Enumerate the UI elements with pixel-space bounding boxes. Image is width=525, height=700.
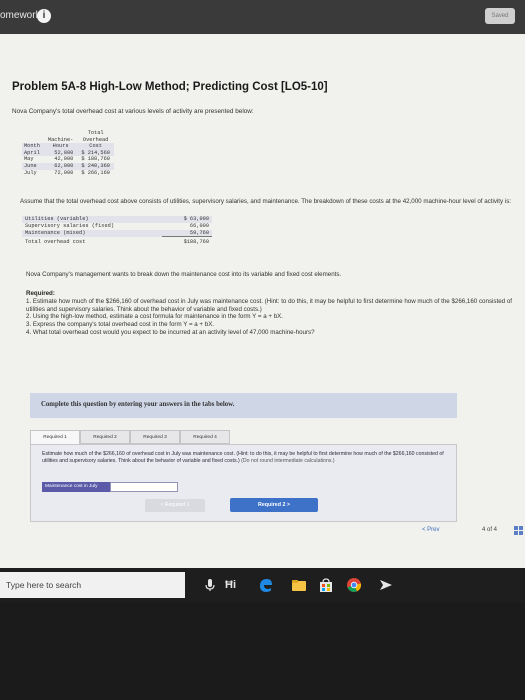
problem-title: Problem 5A-8 High-Low Method; Predicting… — [12, 81, 328, 93]
required-section: Required: 1. Estimate how much of the $2… — [26, 290, 516, 337]
store-icon[interactable] — [318, 577, 334, 593]
question-count: 4 of 4 — [482, 527, 498, 533]
answer-label: Maintenance cost in July — [42, 482, 110, 492]
header-cost-3: Cost — [89, 143, 102, 150]
microphone-icon[interactable] — [202, 577, 218, 593]
tab-required-3[interactable]: Required 3 — [130, 430, 180, 444]
table-row: May 42,000 $ 188,760 — [22, 156, 114, 163]
required-label: Required: — [26, 290, 55, 297]
required-item-4: 4. What total overhead cost would you ex… — [26, 328, 315, 336]
breakdown-value: $ 63,000 — [162, 216, 212, 223]
question-pager: < Prev 4 of 4 — [420, 526, 525, 538]
homework-page: omework i Saved Problem 5A-8 High-Low Me… — [0, 0, 525, 568]
tab-required-2[interactable]: Required 2 — [80, 430, 130, 444]
cost-cell: $ 266,160 — [81, 169, 110, 176]
maintenance-cost-input[interactable] — [110, 482, 178, 492]
hours-cell: 72,000 — [54, 169, 74, 176]
table-row: July 72,000 $ 266,160 — [22, 170, 114, 177]
month-cell: April — [24, 149, 40, 156]
taskbar-search[interactable]: Type here to search — [0, 572, 185, 598]
panel-instruction-note: (Do not round intermediate calculations.… — [241, 457, 335, 464]
required-item-3: 3. Express the company's total overhead … — [26, 321, 215, 329]
breakdown-label: Utilities (variable) — [22, 216, 162, 223]
month-cell: May — [24, 156, 34, 163]
header-month: Month — [24, 143, 40, 150]
next-required-button[interactable]: Required 2 > — [230, 498, 318, 512]
hours-cell: 62,000 — [54, 162, 74, 169]
table-row: Supervisory salaries (fixed) 66,000 — [22, 223, 212, 230]
breakdown-label: Maintenance (mixed) — [22, 229, 162, 237]
panel-instruction: Estimate how much of the $266,160 of ove… — [42, 451, 452, 464]
table-row: April 52,000 $ 214,560 — [22, 149, 114, 157]
total-label: Total overhead cost — [25, 239, 86, 246]
breakdown-label: Supervisory salaries (fixed) — [25, 222, 115, 229]
table-row-total: Total overhead cost $188,760 — [22, 236, 212, 247]
prev-required-button[interactable]: < Required 1 — [145, 499, 205, 512]
file-explorer-icon[interactable] — [291, 577, 307, 593]
tab-required-1[interactable]: Required 1 — [30, 430, 80, 444]
month-cell: June — [24, 162, 37, 169]
prev-question-link[interactable]: < Prev — [422, 527, 440, 533]
table-row: Utilities (variable) $ 63,000 — [22, 216, 212, 223]
edge-browser-icon[interactable] — [258, 577, 274, 593]
management-text: Nova Company's management wants to break… — [26, 271, 342, 278]
grid-icon[interactable] — [514, 526, 523, 535]
top-bar: omework i Saved — [0, 0, 525, 34]
required-item-1: 1. Estimate how much of the $266,160 of … — [26, 297, 512, 313]
hours-cell: 42,000 — [54, 156, 74, 163]
cost-breakdown-table: Utilities (variable) $ 63,000 Supervisor… — [22, 216, 212, 247]
chrome-icon[interactable] — [346, 577, 362, 593]
header-cost-1: Total — [87, 130, 104, 136]
instructions-banner-text: Complete this question by entering your … — [41, 401, 235, 408]
taskbar: Type here to search Ħi — [0, 568, 525, 602]
problem-intro: Nova Company's total overhead cost at va… — [12, 108, 254, 115]
info-icon[interactable]: i — [37, 9, 51, 23]
header-cost-2: Overhead — [82, 136, 109, 143]
table-row: June 62,000 $ 240,360 — [22, 162, 114, 170]
cost-cell: $ 240,360 — [81, 162, 110, 169]
table-row: Maintenance (mixed) 59,760 — [22, 229, 212, 237]
month-cell: July — [24, 169, 37, 176]
saved-indicator: Saved — [485, 8, 515, 24]
tab-required-4[interactable]: Required 4 — [180, 430, 230, 444]
header-hours-1: Machine- — [47, 136, 74, 143]
breakdown-value: 66,000 — [189, 222, 209, 229]
taskbar-search-placeholder: Type here to search — [6, 580, 82, 590]
header-hours-2: Hours — [52, 143, 69, 150]
assumption-text: Assume that the total overhead cost abov… — [20, 198, 512, 205]
breakdown-value: 59,760 — [162, 229, 212, 237]
cost-cell: $ 214,560 — [81, 149, 110, 156]
total-value: $188,760 — [162, 236, 212, 247]
activity-table: Total Machine- Overhead Month Hours Cost… — [22, 130, 114, 176]
app-title: omework — [0, 10, 41, 21]
instructions-banner: Complete this question by entering your … — [30, 393, 457, 418]
cost-cell: $ 188,760 — [81, 156, 110, 163]
hours-cell: 52,000 — [54, 149, 74, 156]
task-view-icon[interactable]: Ħi — [225, 577, 241, 593]
mail-icon[interactable] — [378, 577, 394, 593]
required-item-2: 2. Using the high-low method, estimate a… — [26, 313, 284, 321]
tab-bar: Required 1 Required 2 Required 3 Require… — [30, 430, 457, 444]
